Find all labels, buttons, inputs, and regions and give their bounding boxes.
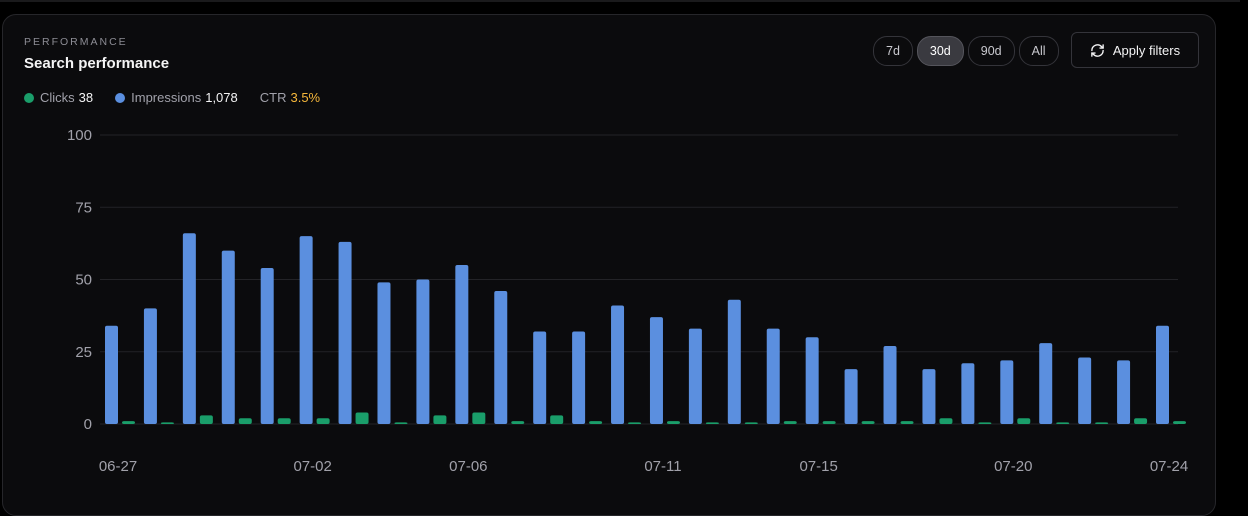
x-tick-label: 07-15 xyxy=(799,458,837,475)
impressions-bar xyxy=(182,233,196,424)
clicks-bar xyxy=(472,412,486,424)
x-tick-label: 07-02 xyxy=(293,458,331,475)
impressions-bar xyxy=(922,369,936,424)
impressions-bar xyxy=(105,325,118,424)
clicks-bar xyxy=(900,421,914,424)
impressions-bar xyxy=(455,265,469,424)
impressions-bar xyxy=(649,317,663,424)
y-tick-label: 0 xyxy=(84,416,92,433)
clicks-bar xyxy=(666,421,680,424)
impressions-bar xyxy=(260,267,274,424)
x-tick-label: 07-11 xyxy=(644,458,681,475)
performance-bar-chart: 100 75 50 25 0 06-27 07-02 07-06 07-11 07-15 07-20… xyxy=(67,127,1188,475)
impressions-bar xyxy=(1039,343,1053,424)
clicks-bar xyxy=(705,422,719,424)
impressions-bar xyxy=(377,282,391,424)
impressions-bar xyxy=(1078,357,1092,424)
clicks-bar xyxy=(589,421,603,424)
y-tick-label: 25 xyxy=(75,344,92,361)
x-tick-label: 07-20 xyxy=(994,458,1032,475)
clicks-bar xyxy=(861,421,875,424)
impressions-bar xyxy=(338,241,352,424)
clicks-bar xyxy=(160,422,174,424)
clicks-bar xyxy=(316,418,330,424)
impressions-bar xyxy=(1156,325,1169,424)
clicks-bar xyxy=(628,422,642,424)
impressions-bar xyxy=(727,299,741,424)
impressions-bar xyxy=(299,236,313,424)
impressions-bar xyxy=(1117,360,1131,424)
clicks-bar xyxy=(1134,418,1148,424)
impressions-bar xyxy=(611,305,625,424)
clicks-bar xyxy=(511,421,525,424)
y-tick-label: 75 xyxy=(75,199,92,216)
impressions-bar xyxy=(805,337,819,424)
clicks-bar xyxy=(978,422,992,424)
clicks-bar xyxy=(822,421,836,424)
clicks-bar xyxy=(394,422,408,424)
clicks-bar xyxy=(939,418,953,424)
x-tick-label: 07-06 xyxy=(449,458,487,475)
clicks-bar xyxy=(433,415,447,424)
impressions-bar xyxy=(572,331,586,424)
clicks-bar xyxy=(1095,422,1109,424)
impressions-bar xyxy=(844,369,858,424)
clicks-bar xyxy=(550,415,564,424)
impressions-bar xyxy=(1000,360,1014,424)
clicks-bar xyxy=(355,412,369,424)
impressions-bar xyxy=(766,328,780,424)
impressions-bar xyxy=(883,345,897,424)
x-tick-label: 06-27 xyxy=(99,458,137,475)
clicks-bar xyxy=(238,418,252,424)
impressions-bar xyxy=(494,291,508,424)
y-tick-label: 50 xyxy=(75,272,92,289)
impressions-bar xyxy=(221,250,235,424)
clicks-bar xyxy=(744,422,758,424)
clicks-bar xyxy=(1056,422,1070,424)
impressions-bar xyxy=(533,331,547,424)
clicks-bar xyxy=(783,421,797,424)
impressions-bar xyxy=(688,328,702,424)
clicks-bar xyxy=(1017,418,1031,424)
y-tick-label: 100 xyxy=(67,127,92,144)
impressions-bar xyxy=(416,279,430,424)
clicks-bar xyxy=(122,421,135,424)
impressions-bar xyxy=(143,308,157,424)
x-tick-label: 07-24 xyxy=(1150,458,1188,475)
clicks-bar xyxy=(277,418,291,424)
clicks-bar xyxy=(1173,421,1186,424)
clicks-bar xyxy=(199,415,213,424)
impressions-bar xyxy=(961,363,975,424)
